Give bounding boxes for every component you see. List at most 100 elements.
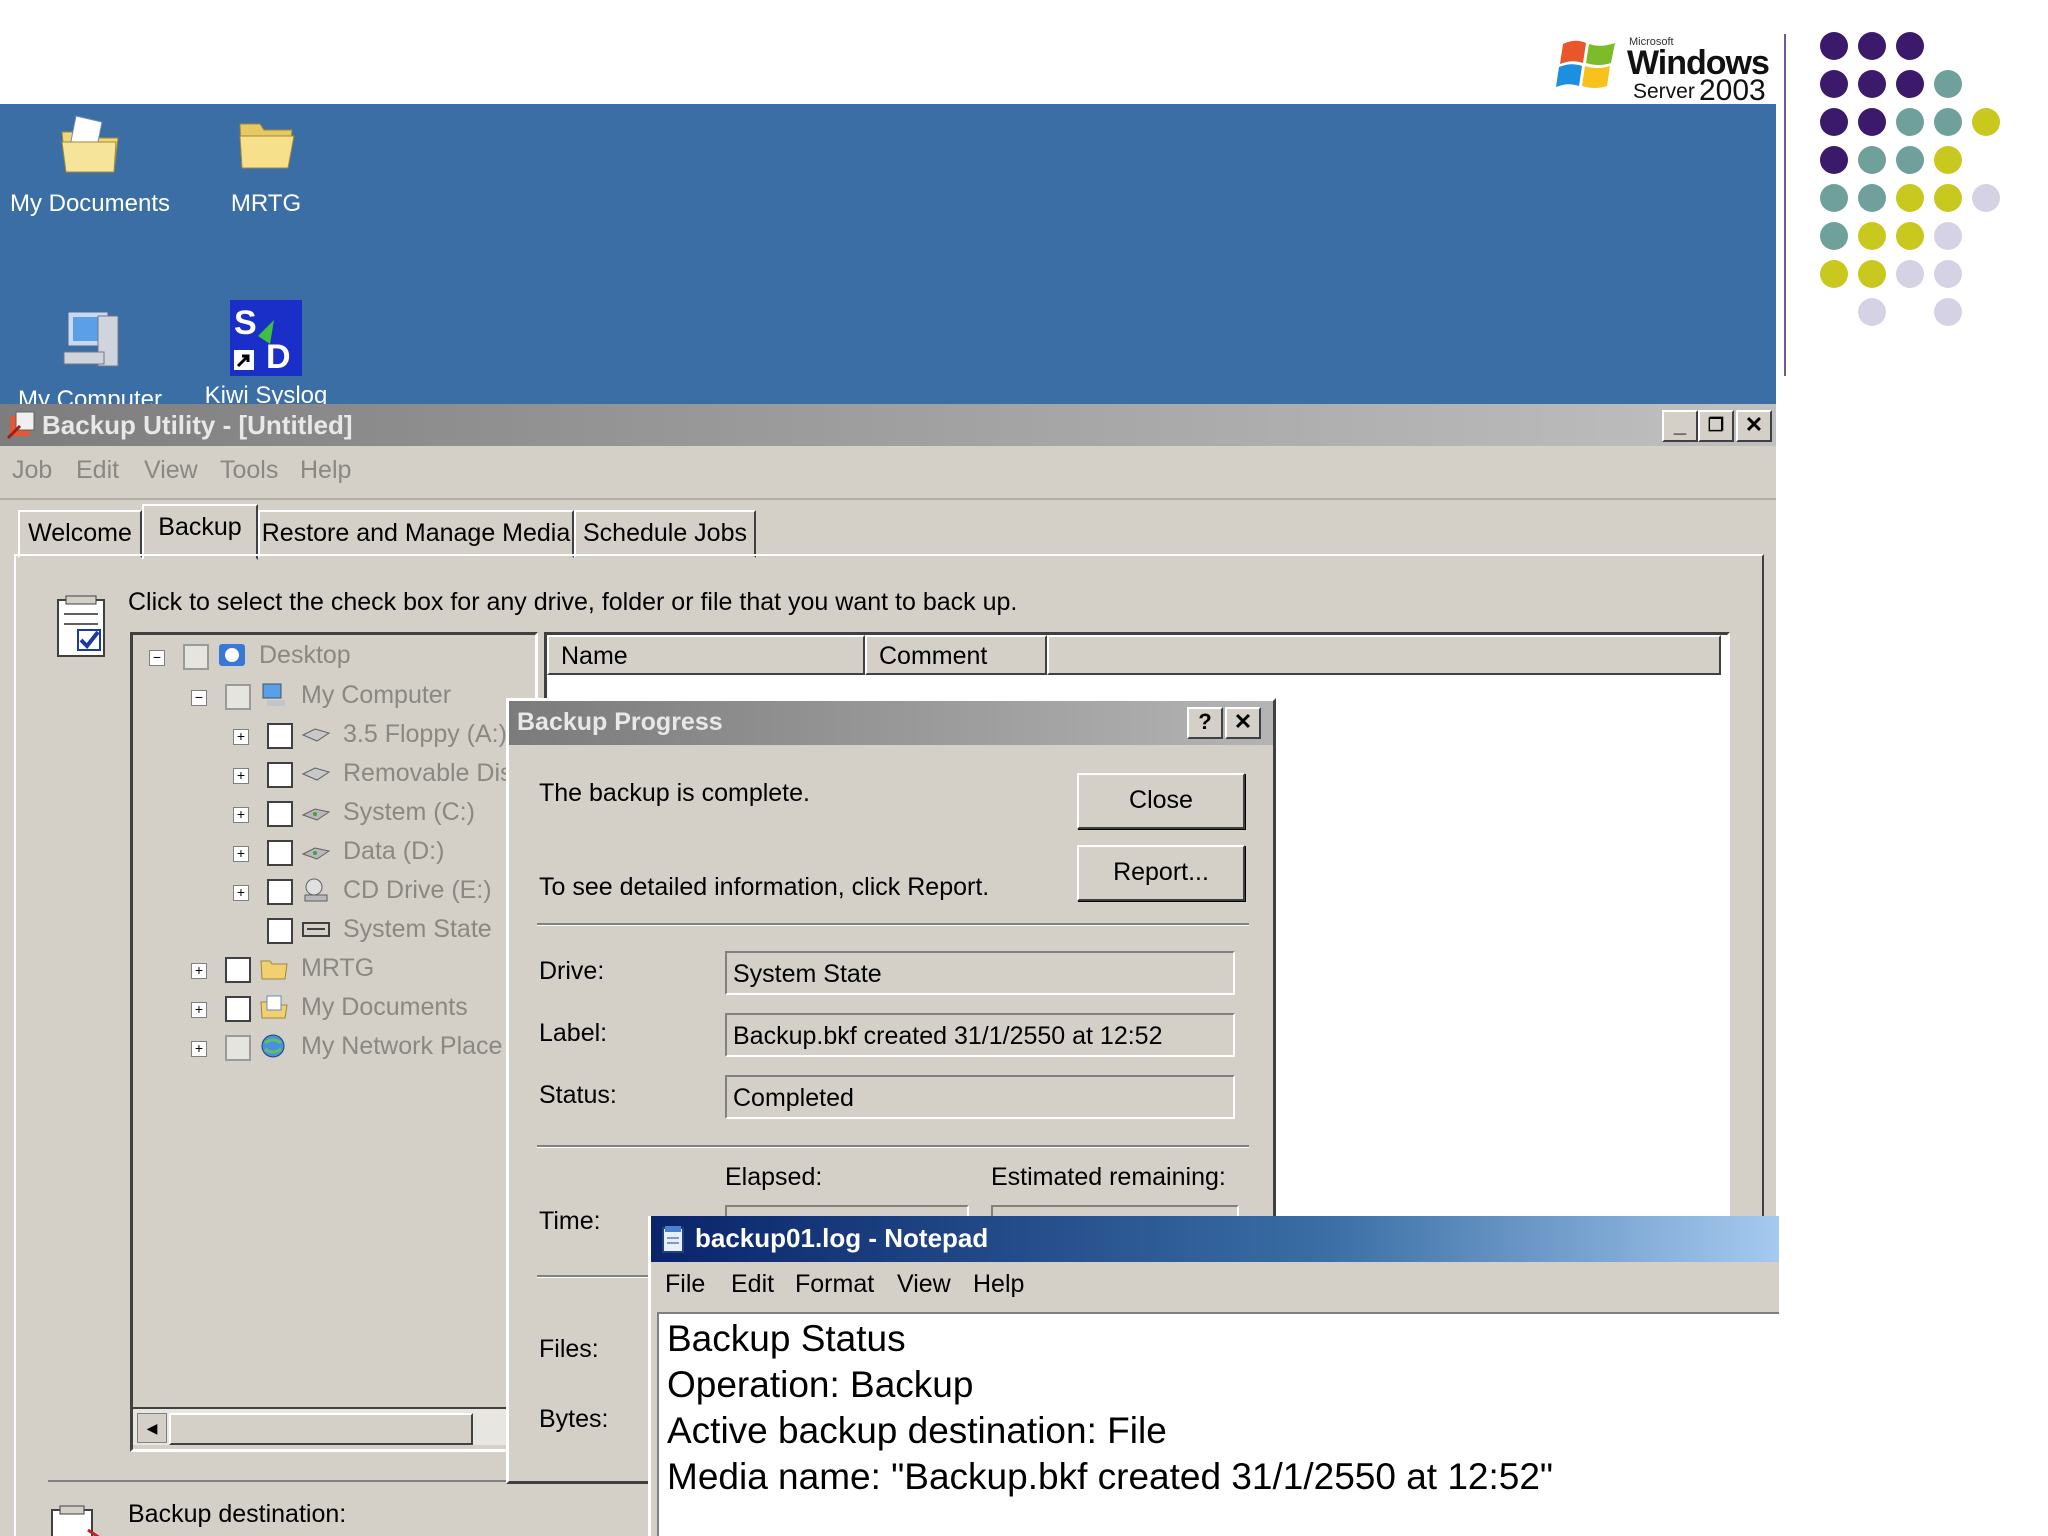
tab-welcome[interactable]: Welcome [18,510,142,558]
title-bar[interactable]: Backup Utility - [Untitled] _ ❐ ✕ [0,404,1776,446]
menu-job[interactable]: Job [12,456,52,485]
menu-file[interactable]: File [665,1270,705,1299]
checkbox[interactable] [183,644,209,670]
dialog-title-bar[interactable]: Backup Progress ? ✕ [509,701,1273,745]
menu-format[interactable]: Format [795,1270,874,1299]
server-text: Server [1633,80,1695,103]
checkbox[interactable] [267,840,293,866]
expand-icon[interactable]: + [233,846,249,862]
desktop-icon-my-documents[interactable]: My Documents [0,108,180,218]
window-title: Backup Utility - [Untitled] [42,410,353,440]
close-dialog-button[interactable]: Close [1077,773,1245,829]
desktop-icon-label: Kiwi Syslog [204,382,328,404]
log-line: Operation: Backup [667,1364,974,1405]
menu-edit[interactable]: Edit [731,1270,774,1299]
desktop-icon-kiwi-syslog[interactable]: SD Kiwi Syslog [176,300,356,404]
dot [1934,108,1962,136]
restore-button[interactable]: ❐ [1698,410,1734,442]
horizontal-scrollbar[interactable]: ◀ [133,1407,529,1445]
log-line: Media name: "Backup.bkf created 31/1/255… [667,1456,1554,1497]
checkbox[interactable] [225,996,251,1022]
checkbox[interactable] [267,723,293,749]
expand-icon[interactable]: + [233,807,249,823]
expand-icon[interactable]: + [191,963,207,979]
scroll-left-arrow-icon[interactable]: ◀ [137,1413,167,1443]
collapse-icon[interactable]: − [149,650,165,666]
dialog-close-x-button[interactable]: ✕ [1225,707,1261,739]
minimize-button[interactable]: _ [1662,410,1698,442]
hard-drive-icon [301,847,331,860]
dot [1858,146,1886,174]
desktop-icon-label: My Computer [17,386,163,404]
menu-tools[interactable]: Tools [220,456,278,485]
dot [1972,108,2000,136]
checkbox[interactable] [267,879,293,905]
dot [1858,32,1886,60]
menu-bar: Job Edit View Tools Help [0,446,1776,500]
tree-label: Removable Dis [343,759,513,787]
dot [1972,184,2000,212]
notepad-title-bar[interactable]: backup01.log - Notepad [651,1216,1779,1262]
dot [1934,70,1962,98]
instruction-text: Click to select the check box for any dr… [128,588,1018,616]
expand-icon[interactable]: + [233,729,249,745]
menu-help[interactable]: Help [300,456,351,485]
scroll-thumb[interactable] [169,1413,473,1445]
menu-edit[interactable]: Edit [76,456,119,485]
collapse-icon[interactable]: − [191,690,207,706]
checkbox[interactable] [267,762,293,788]
notepad-text-area[interactable]: Backup Status Operation: Backup Active b… [657,1312,1779,1536]
tree-label: CD Drive (E:) [343,876,492,904]
dot [1896,70,1924,98]
menu-view[interactable]: View [897,1270,951,1299]
separator [537,923,1249,926]
svg-text:S: S [234,304,257,342]
tab-schedule-jobs[interactable]: Schedule Jobs [574,510,756,558]
expand-icon[interactable]: + [191,1002,207,1018]
checkbox[interactable] [225,1035,251,1061]
help-button[interactable]: ? [1187,707,1223,739]
hard-drive-icon [301,808,331,821]
folder-icon [260,960,288,980]
checkbox[interactable] [225,957,251,983]
report-button[interactable]: Report... [1077,845,1245,901]
desktop-icon-label: MRTG [230,190,302,217]
desktop-icon-mrtg[interactable]: MRTG [176,108,356,218]
dot [1896,146,1924,174]
report-hint: To see detailed information, click Repor… [539,873,990,901]
checkbox[interactable] [267,801,293,827]
tab-restore-and-manage-media[interactable]: Restore and Manage Media [258,510,574,558]
drive-value: System State [725,951,1235,995]
backup-destination-icon [51,1505,100,1536]
estimated-remaining-label: Estimated remaining: [991,1163,1226,1191]
menu-view[interactable]: View [144,456,198,485]
expand-icon[interactable]: + [233,768,249,784]
dot [1896,32,1924,60]
checkbox[interactable] [225,684,251,710]
column-header-name[interactable]: Name [547,635,865,675]
windows-server-2003-logo: Microsoft Windows Server 2003 [1555,30,1775,107]
desktop-icon-label: My Documents [9,190,171,217]
column-header-empty [1047,635,1721,675]
checkbox[interactable] [267,918,293,944]
decorative-dot-grid [1820,32,2020,332]
desktop-icon-my-computer[interactable]: My Computer [0,304,180,404]
log-line: Active backup destination: File [667,1410,1167,1451]
close-button[interactable]: ✕ [1736,410,1772,442]
tree-label: System State [343,915,492,943]
tab-backup[interactable]: Backup [142,504,258,560]
dot [1896,108,1924,136]
dot [1820,260,1848,288]
dot [1820,32,1848,60]
tree-label: MRTG [301,954,375,982]
menu-help[interactable]: Help [973,1270,1024,1299]
drive-tree[interactable]: − Desktop − My Computer + 3.5 Floppy (A:… [130,632,538,1452]
expand-icon[interactable]: + [233,885,249,901]
dot [1858,184,1886,212]
tree-label: My Documents [301,993,468,1021]
expand-icon[interactable]: + [191,1041,207,1057]
dot [1896,184,1924,212]
tree-label: 3.5 Floppy (A:) [343,720,507,748]
column-header-comment[interactable]: Comment [865,635,1047,675]
files-label: Files: [539,1335,599,1363]
